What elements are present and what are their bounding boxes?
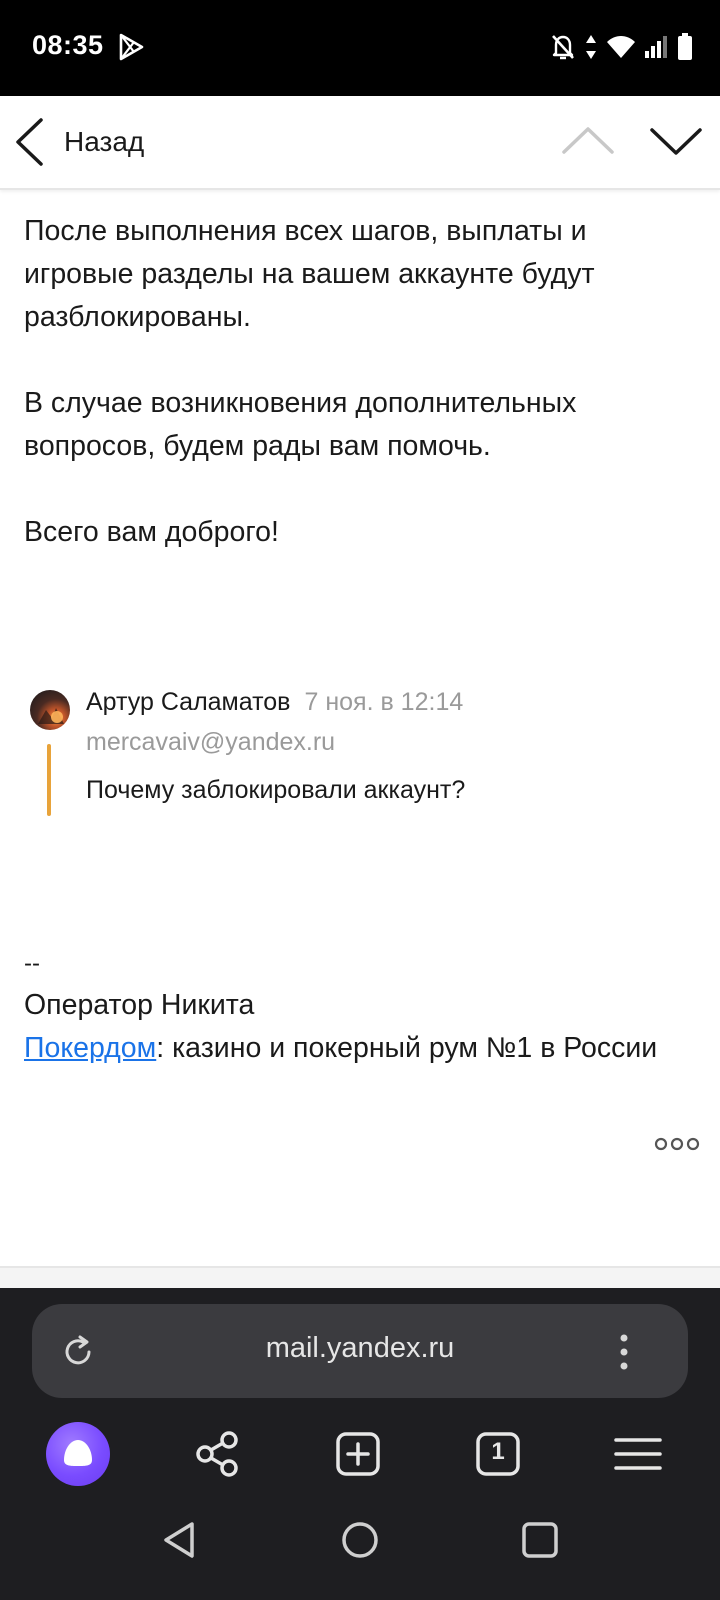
message-paragraph: Всего вам доброго! <box>24 516 279 548</box>
message-body: После выполнения всех шагов, выплаты и и… <box>24 210 696 554</box>
kebab-menu-icon[interactable] <box>614 1330 634 1374</box>
signature-link-suffix: : казино и покерный рум №1 в России <box>156 1032 658 1064</box>
signature-link[interactable]: Покердом <box>24 1032 156 1064</box>
quote-date: 7 ноя. в 12:14 <box>304 688 464 716</box>
avatar[interactable] <box>30 690 70 730</box>
system-navigation <box>0 1500 720 1600</box>
play-store-icon <box>119 33 144 61</box>
quote-author-line: Артур Саламатов 7 ноя. в 12:14 <box>86 688 463 717</box>
status-bar: 08:35 <box>0 0 720 96</box>
new-tab-icon[interactable] <box>326 1422 390 1486</box>
quote-email: mercavaiv@yandex.ru <box>86 728 336 756</box>
tabs-button[interactable]: 1 <box>466 1422 530 1486</box>
back-label: Назад <box>64 126 145 157</box>
url-text[interactable]: mail.yandex.ru <box>32 1332 688 1365</box>
chevron-left-icon <box>16 118 43 166</box>
status-icons <box>550 30 694 64</box>
signature-line: Покердом: казино и покерный рум №1 в Рос… <box>24 1027 696 1070</box>
quote-author: Артур Саламатов <box>86 688 291 716</box>
data-arrows-icon <box>586 35 596 59</box>
quote-bar <box>47 744 51 816</box>
message-paragraph: В случае возникновения дополнительных во… <box>24 387 577 462</box>
hamburger-menu-icon[interactable] <box>606 1422 670 1486</box>
alice-icon <box>64 1440 92 1466</box>
mail-toolbar: Назад <box>0 96 720 190</box>
signature: -- Оператор Никита Покердом: казино и по… <box>24 944 696 1070</box>
more-dots-icon[interactable] <box>654 1134 700 1154</box>
system-home-icon[interactable] <box>338 1518 382 1562</box>
system-recents-icon[interactable] <box>518 1518 562 1562</box>
quote-text: Почему заблокировали аккаунт? <box>86 776 466 804</box>
back-button[interactable]: Назад <box>14 114 144 170</box>
share-icon[interactable] <box>185 1422 249 1486</box>
tabs-count: 1 <box>491 1438 505 1465</box>
chevron-down-icon[interactable] <box>648 120 704 164</box>
system-back-icon[interactable] <box>158 1518 202 1562</box>
signature-operator: Оператор Никита <box>24 989 255 1021</box>
chevron-up-icon[interactable] <box>560 120 616 164</box>
status-time: 08:35 <box>32 30 104 60</box>
address-bar[interactable]: mail.yandex.ru <box>32 1304 688 1398</box>
avatar-image <box>38 708 64 724</box>
battery-icon <box>678 33 692 60</box>
signal-icon <box>645 36 667 58</box>
wifi-icon <box>607 36 635 58</box>
browser-toolbar: 1 <box>0 1410 720 1496</box>
message-paragraph: После выполнения всех шагов, выплаты и и… <box>24 215 595 333</box>
page-bottom-divider <box>0 1266 720 1290</box>
alice-assistant-button[interactable] <box>46 1422 110 1486</box>
bell-off-icon <box>552 35 574 60</box>
signature-dashes: -- <box>24 950 40 977</box>
